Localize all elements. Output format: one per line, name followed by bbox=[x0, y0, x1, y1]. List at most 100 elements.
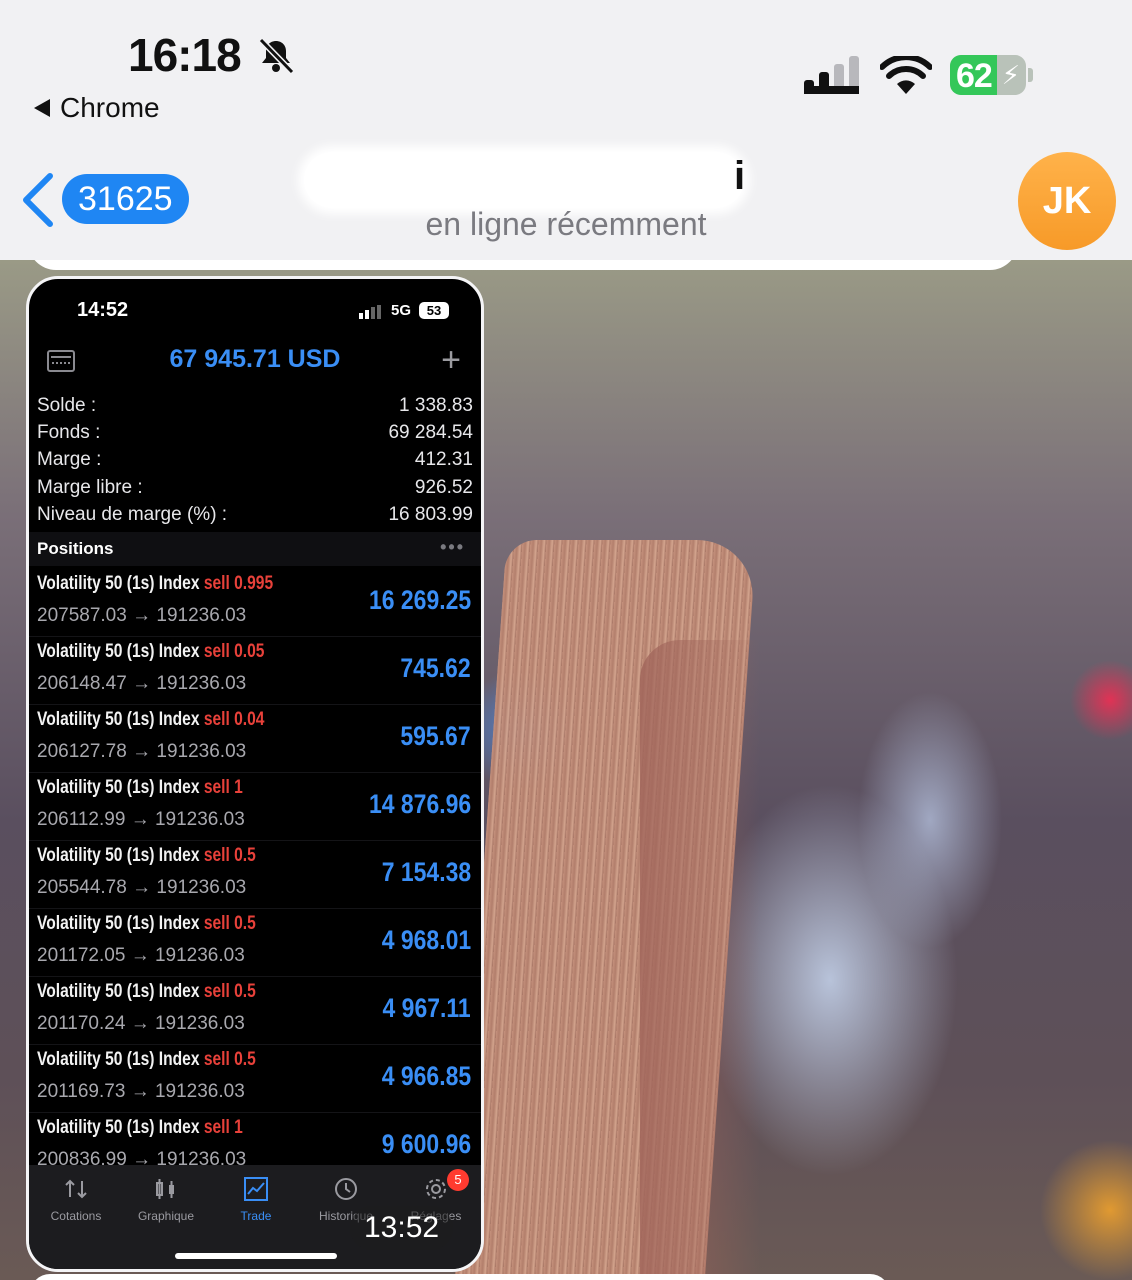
contact-status: en ligne récemment bbox=[425, 206, 707, 242]
history-icon bbox=[335, 1178, 357, 1200]
screenshot-battery: 53 bbox=[419, 302, 449, 319]
positions-list: Volatility 50 (1s) Index sell 0.995 20758… bbox=[29, 569, 481, 1181]
positions-title: Positions bbox=[37, 539, 114, 558]
summary-label: Solde : bbox=[37, 395, 97, 416]
position-profit: 745.62 bbox=[400, 653, 471, 683]
position-row: Volatility 50 (1s) Index sell 0.5 201169.… bbox=[29, 1045, 481, 1113]
quotes-icon bbox=[65, 1179, 87, 1199]
position-volume: 0.5 bbox=[234, 1049, 256, 1070]
position-side: sell bbox=[203, 641, 230, 662]
position-side: sell bbox=[203, 1117, 230, 1138]
position-prices: 201169.73 → 191236.03 bbox=[37, 1081, 245, 1103]
avatar[interactable]: JK bbox=[1018, 152, 1116, 250]
position-symbol: Volatility 50 (1s) Index bbox=[37, 709, 200, 730]
position-row: Volatility 50 (1s) Index sell 0.5 201170.… bbox=[29, 977, 481, 1045]
position-side: sell bbox=[203, 913, 230, 934]
previous-message-bubble bbox=[28, 260, 1018, 270]
position-volume: 0.5 bbox=[234, 913, 256, 934]
summary-value: 16 803.99 bbox=[388, 503, 473, 525]
screenshot-network: 5G bbox=[391, 302, 412, 319]
summary-row: Fonds : 69 284.54 bbox=[29, 419, 481, 446]
position-profit: 9 600.96 bbox=[381, 1129, 471, 1159]
position-volume: 0.5 bbox=[234, 845, 256, 866]
battery-cap bbox=[1028, 68, 1033, 82]
position-open-price: 201169.73 bbox=[37, 1081, 126, 1102]
position-prices: 206127.78 → 191236.03 bbox=[37, 741, 246, 763]
more-dots-icon: ••• bbox=[440, 537, 465, 557]
position-prices: 201172.05 → 191236.03 bbox=[37, 945, 245, 967]
position-symbol-line: Volatility 50 (1s) Index sell 0.995 bbox=[37, 573, 273, 595]
position-profit: 14 876.96 bbox=[368, 789, 471, 819]
contact-name-visible: i bbox=[734, 154, 746, 198]
message-timestamp: 13:52 bbox=[350, 1206, 454, 1250]
position-current-price: 191236.03 bbox=[154, 1081, 245, 1102]
summary-value: 69 284.54 bbox=[388, 422, 473, 444]
position-volume: 1 bbox=[234, 1117, 243, 1138]
summary-label: Marge libre : bbox=[37, 476, 143, 498]
arrow-right-icon: → bbox=[130, 945, 150, 966]
summary-label: Fonds : bbox=[37, 422, 101, 444]
position-volume: 1 bbox=[234, 777, 243, 798]
positions-header: Positions ••• bbox=[29, 532, 481, 566]
back-app-label: Chrome bbox=[60, 92, 160, 123]
arrow-right-icon: → bbox=[132, 673, 152, 694]
position-volume: 0.5 bbox=[234, 981, 256, 1002]
position-side: sell bbox=[203, 777, 230, 798]
position-symbol-line: Volatility 50 (1s) Index sell 0.04 bbox=[37, 709, 264, 731]
position-prices: 206148.47 → 191236.03 bbox=[37, 673, 246, 695]
position-row: Volatility 50 (1s) Index sell 0.5 205544.… bbox=[29, 841, 481, 909]
home-indicator bbox=[175, 1253, 337, 1259]
position-open-price: 206148.47 bbox=[37, 673, 127, 694]
account-summary: Solde : 1 338.83 Fonds : 69 284.54 Marge : 41… bbox=[29, 392, 481, 528]
position-open-price: 206127.78 bbox=[37, 741, 127, 762]
tab-label: Cotations bbox=[50, 1209, 102, 1223]
screenshot-signal-icon bbox=[359, 305, 381, 319]
back-to-app-link[interactable]: Chrome bbox=[34, 92, 160, 124]
position-symbol: Volatility 50 (1s) Index bbox=[37, 845, 200, 866]
position-current-price: 191236.03 bbox=[154, 945, 245, 966]
screenshot-status-bar: 14:52 5G 53 bbox=[29, 279, 481, 339]
position-symbol: Volatility 50 (1s) Index bbox=[37, 913, 200, 934]
trade-chart-icon bbox=[244, 1177, 268, 1201]
summary-row: Niveau de marge (%) : 16 803.99 bbox=[29, 501, 481, 528]
position-prices: 207587.03 → 191236.03 bbox=[37, 605, 246, 627]
position-side: sell bbox=[203, 709, 230, 730]
battery-indicator: 62 ⚡ bbox=[950, 55, 1026, 95]
position-row: Volatility 50 (1s) Index sell 0.05 206148… bbox=[29, 637, 481, 705]
position-profit: 7 154.38 bbox=[381, 857, 471, 887]
summary-label: Niveau de marge (%) : bbox=[37, 503, 228, 525]
arrow-right-icon: → bbox=[130, 1081, 150, 1102]
position-volume: 0.995 bbox=[234, 573, 274, 594]
position-profit: 595.67 bbox=[400, 721, 471, 751]
position-symbol-line: Volatility 50 (1s) Index sell 0.05 bbox=[37, 641, 264, 663]
arrow-right-icon: → bbox=[132, 877, 152, 898]
summary-value: 1 338.83 bbox=[399, 395, 473, 416]
position-profit: 4 968.01 bbox=[381, 925, 471, 955]
summary-row: Marge : 412.31 bbox=[29, 446, 481, 473]
position-side: sell bbox=[203, 845, 230, 866]
account-header: 67 945.71 USD + bbox=[29, 339, 481, 389]
position-volume: 0.05 bbox=[234, 641, 265, 662]
summary-row: Marge libre : 926.52 bbox=[29, 474, 481, 501]
bell-muted-icon bbox=[258, 37, 295, 75]
back-triangle-icon bbox=[34, 99, 50, 117]
position-symbol: Volatility 50 (1s) Index bbox=[37, 777, 200, 798]
trading-screenshot[interactable]: 14:52 5G 53 67 945.71 USD + Solde : 1 338… bbox=[26, 276, 484, 1272]
position-current-price: 191236.03 bbox=[156, 877, 247, 898]
position-open-price: 206112.99 bbox=[37, 809, 126, 830]
position-current-price: 191236.03 bbox=[156, 741, 247, 762]
redaction-mark bbox=[304, 152, 744, 208]
candles-icon bbox=[156, 1179, 174, 1199]
position-profit: 4 967.11 bbox=[382, 993, 471, 1023]
wifi-icon bbox=[880, 56, 932, 94]
cellular-signal-icon bbox=[804, 56, 859, 94]
battery-percent: 62 bbox=[956, 57, 993, 95]
position-symbol-line: Volatility 50 (1s) Index sell 1 bbox=[37, 777, 243, 799]
contact-name[interactable]: i bbox=[304, 148, 758, 210]
position-symbol-line: Volatility 50 (1s) Index sell 1 bbox=[37, 1117, 243, 1139]
add-icon: + bbox=[441, 341, 461, 379]
next-message-bubble bbox=[30, 1274, 890, 1280]
tab-trade: Trade bbox=[211, 1175, 301, 1223]
position-open-price: 205544.78 bbox=[37, 877, 127, 898]
position-symbol-line: Volatility 50 (1s) Index sell 0.5 bbox=[37, 913, 256, 935]
